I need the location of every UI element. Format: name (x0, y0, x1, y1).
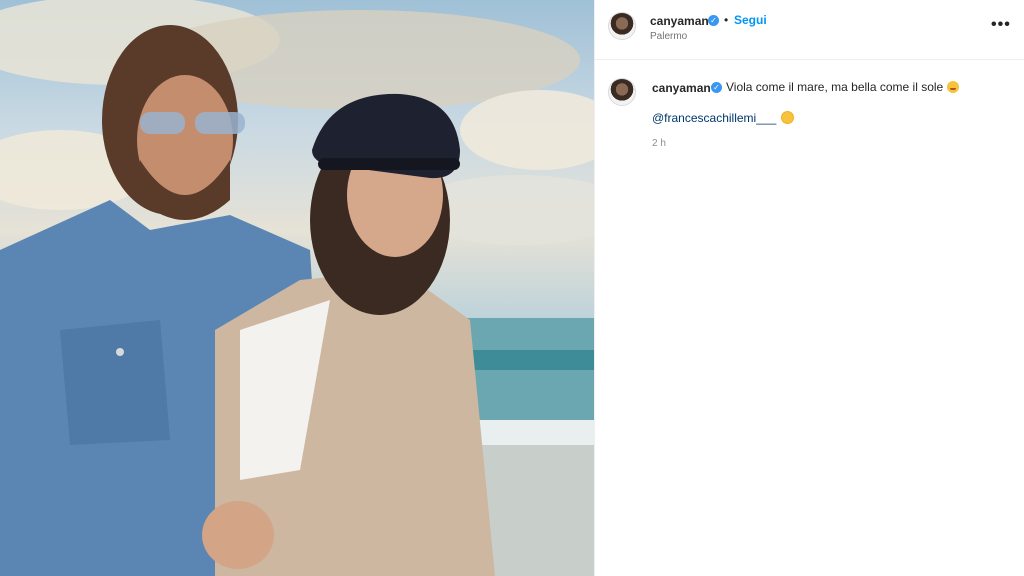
avatar[interactable] (608, 12, 636, 40)
separator-dot: • (724, 13, 729, 27)
mention-link[interactable]: @francescachillemi___ (652, 111, 776, 125)
verified-badge-icon: ✓ (711, 82, 722, 93)
follow-button[interactable]: Segui (734, 13, 767, 27)
post-side-panel: canyaman ✓ • Segui Palermo ••• canyaman … (595, 0, 1024, 576)
post-header: canyaman ✓ • Segui Palermo ••• (595, 0, 1024, 60)
photo-illustration (0, 0, 594, 576)
author-username[interactable]: canyaman (650, 14, 709, 28)
verified-badge-icon: ✓ (708, 15, 719, 26)
sun-emoji-icon (782, 112, 794, 123)
post-photo[interactable] (0, 0, 594, 576)
avatar[interactable] (608, 78, 636, 106)
more-options-icon[interactable]: ••• (991, 16, 1011, 34)
hugging-face-emoji-icon (947, 81, 960, 93)
caption-text: Viola come il mare, ma bella come il sol… (726, 80, 944, 94)
mention-link-wrap[interactable]: @francescachillemi___ (652, 111, 794, 125)
location-link[interactable]: Palermo (650, 31, 687, 42)
comment-username[interactable]: canyaman (652, 81, 711, 95)
post-timestamp[interactable]: 2 h (652, 138, 666, 149)
caption-text-wrap: Viola come il mare, ma bella come il sol… (726, 80, 960, 94)
